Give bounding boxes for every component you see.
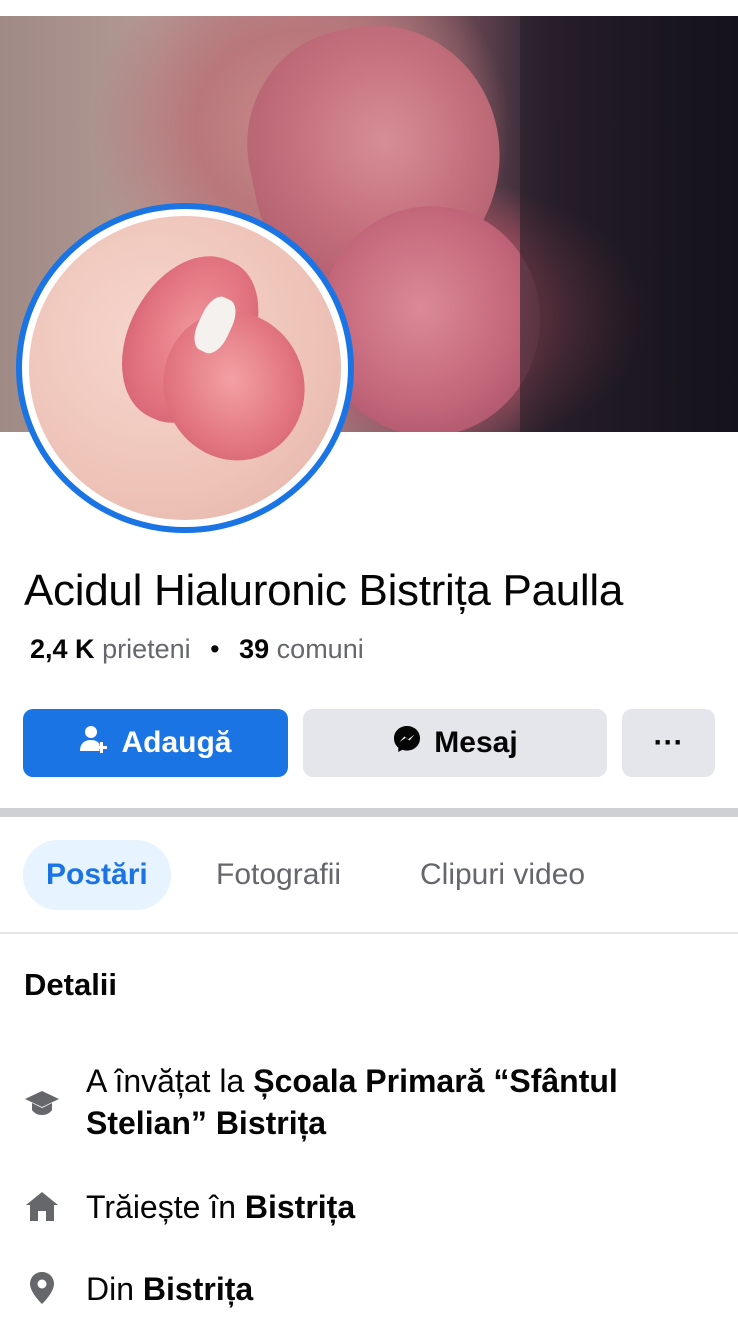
tab-videos[interactable]: Clipuri video [420,840,585,910]
messenger-icon [392,724,422,762]
stats-separator: • [210,634,220,664]
add-friend-label: Adaugă [121,726,232,759]
graduation-cap-icon [24,1085,60,1121]
mutual-label[interactable]: comuni [277,634,364,664]
message-label: Mesaj [434,726,518,759]
more-button[interactable]: ··· [622,709,715,777]
education-prefix: A învățat la [86,1063,254,1099]
home-icon [24,1188,60,1224]
status-bar [0,0,738,16]
profile-picture[interactable] [16,203,354,533]
more-icon: ··· [653,726,684,759]
profile-name: Acidul Hialuronic Bistrița Paulla [24,566,624,615]
location-pin-icon [24,1270,60,1306]
from-place[interactable]: Bistrița [143,1271,253,1307]
details-heading: Detalii [24,967,118,1002]
from-text: Din Bistrița [86,1268,706,1310]
section-divider [0,808,738,817]
lives-place[interactable]: Bistrița [245,1189,355,1225]
education-text: A învățat la Școala Primară “Sfântul Ste… [86,1060,706,1144]
friends-stats: 2,4 K prieteni • 39 comuni [30,634,364,665]
lives-text: Trăiește în Bistrița [86,1186,706,1228]
profile-tabs: Postări Fotografii Clipuri video [0,840,738,910]
mutual-count[interactable]: 39 [239,634,269,664]
avatar [29,216,341,520]
cover-photo-shadow [520,16,738,432]
tab-photos[interactable]: Fotografii [216,840,341,910]
add-friend-icon [79,724,109,762]
tab-posts[interactable]: Postări [23,840,171,910]
message-button[interactable]: Mesaj [303,709,607,777]
lives-prefix: Trăiește în [86,1189,245,1225]
friends-count[interactable]: 2,4 K [30,634,95,664]
friends-label[interactable]: prieteni [102,634,191,664]
tabs-divider [0,932,738,934]
add-friend-button[interactable]: Adaugă [23,709,288,777]
from-prefix: Din [86,1271,143,1307]
